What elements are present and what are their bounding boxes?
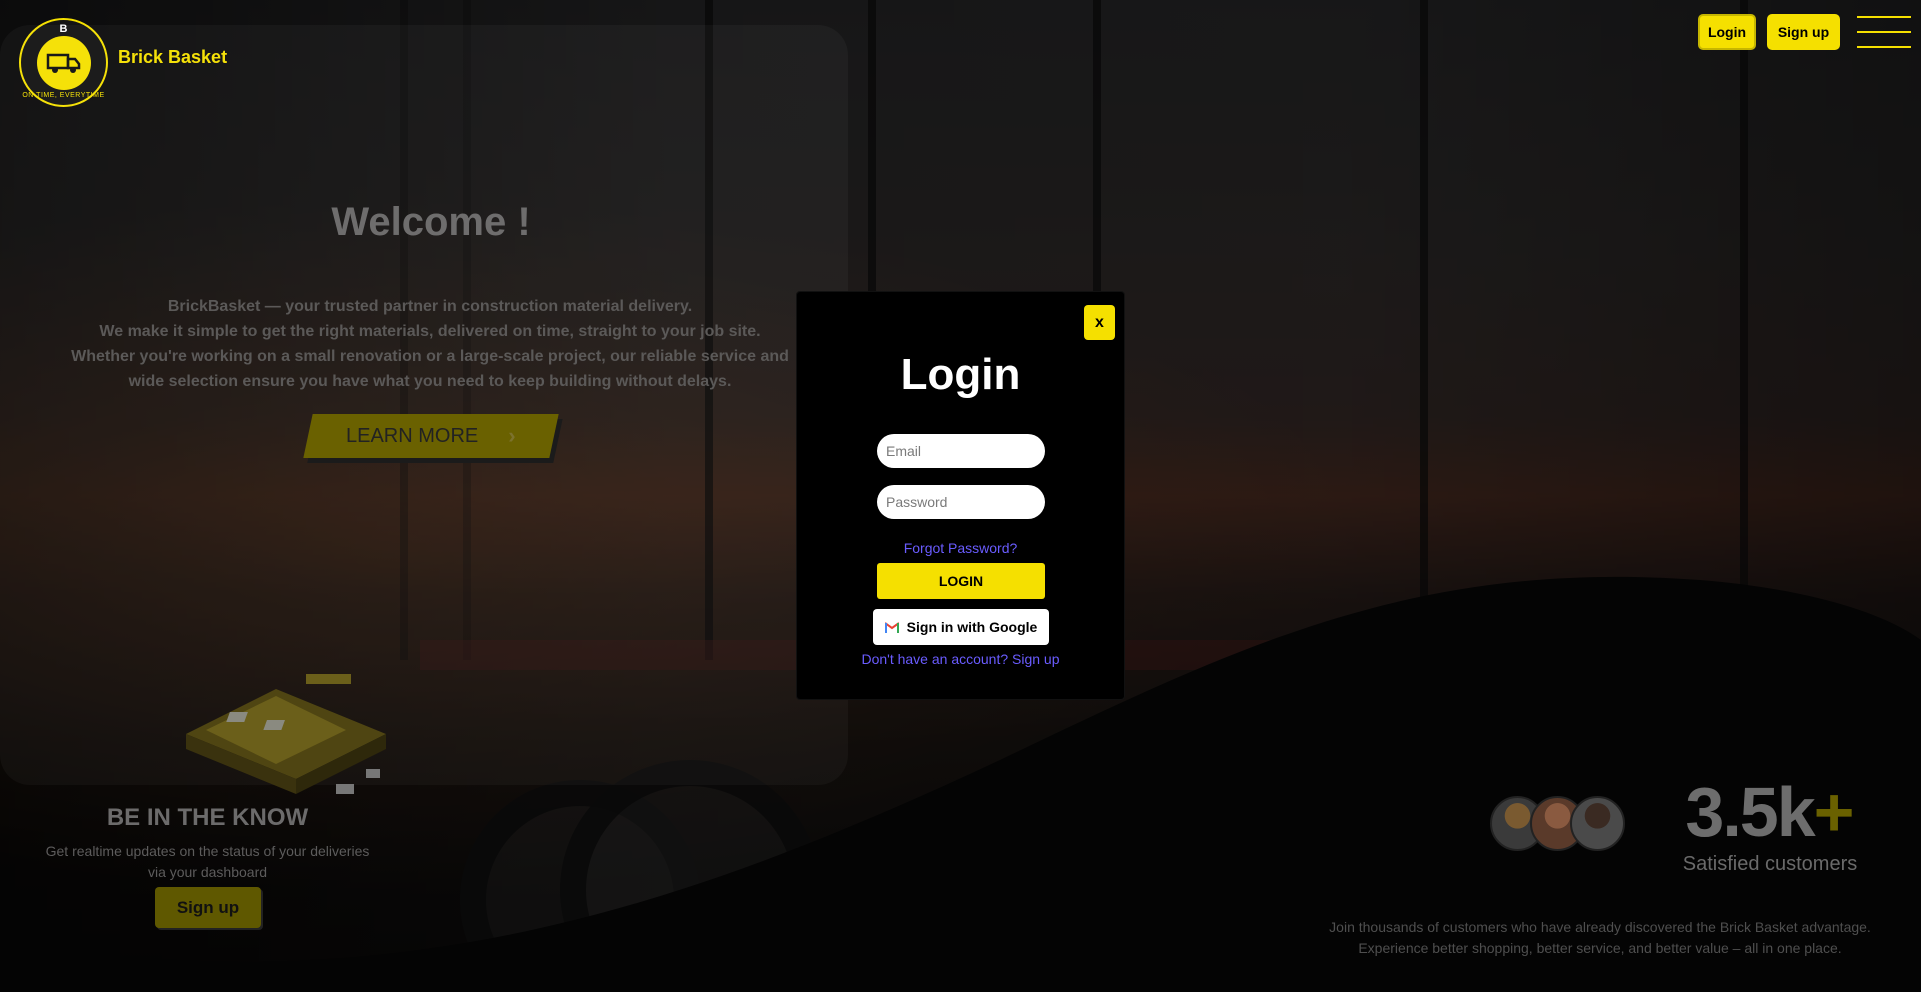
hero-line: BrickBasket — your trusted partner in co… [167,298,693,315]
close-button[interactable]: x [1084,305,1115,340]
customer-count-plus: + [1813,773,1855,851]
forgot-password-link[interactable]: Forgot Password? [797,540,1124,556]
customer-count-value: 3.5k [1685,773,1815,851]
hero-description: BrickBasket — your trusted partner in co… [30,294,830,394]
hamburger-menu-icon[interactable] [1857,16,1911,48]
modal-title: Login [900,350,1021,399]
avatar [1570,796,1625,851]
customer-count: 3.5k+ [1674,772,1864,852]
gmail-icon [884,621,899,633]
google-signin-button[interactable]: Sign in with Google [873,609,1049,645]
learn-more-label: LEARN MORE [346,424,479,447]
signup-link[interactable]: Don't have an account? Sign up [797,651,1124,667]
login-modal: x Login Forgot Password? LOGIN Sign in w… [797,292,1124,699]
know-line: via your dashboard [147,864,268,880]
login-submit-button[interactable]: LOGIN [877,563,1045,599]
hero-title: Welcome ! [331,200,531,244]
hero-line: wide selection ensure you have what you … [128,373,732,390]
hero-card [0,25,848,785]
know-line: Get realtime updates on the status of yo… [45,843,370,859]
know-description: Get realtime updates on the status of yo… [30,841,385,883]
password-field[interactable] [877,485,1045,519]
hero-line: We make it simple to get the right mater… [99,323,761,340]
join-description: Join thousands of customers who have alr… [1290,917,1910,959]
header-login-button[interactable]: Login [1698,14,1756,50]
join-line: Join thousands of customers who have alr… [1329,919,1871,935]
learn-more-button[interactable]: LEARN MORE › [303,414,559,458]
know-signup-button[interactable]: Sign up [155,887,261,928]
dashboard-isometric-icon [186,674,386,794]
header-signup-button[interactable]: Sign up [1767,14,1840,50]
google-signin-label: Sign in with Google [906,619,1038,635]
hero-line: Whether you're working on a small renova… [71,348,789,365]
customer-avatars [1490,796,1630,852]
email-field[interactable] [877,434,1045,468]
join-line: Experience better shopping, better servi… [1358,940,1842,956]
customer-count-label: Satisfied customers [1682,853,1858,875]
know-title: BE IN THE KNOW [106,804,309,831]
chevron-right-icon: › [508,423,516,448]
